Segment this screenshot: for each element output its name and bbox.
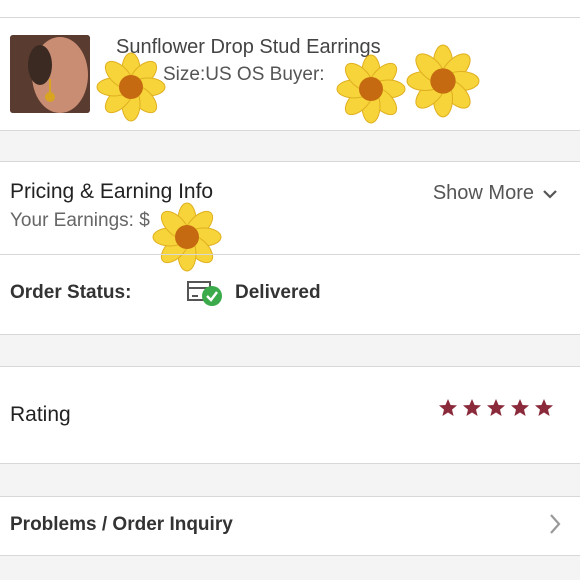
chevron-right-icon — [550, 514, 561, 534]
section-gap — [0, 335, 580, 366]
section-gap — [0, 464, 580, 496]
show-more-label: Show More — [432, 182, 534, 204]
pricing-heading: Pricing & Earning Info — [10, 180, 214, 203]
star-icon — [487, 399, 505, 416]
sunflower-sticker-icon — [336, 54, 406, 124]
sunflower-sticker-icon — [406, 44, 480, 118]
chevron-down-icon — [543, 189, 557, 199]
sunflower-sticker-icon — [152, 202, 222, 272]
show-more-button[interactable]: Show More — [433, 182, 558, 205]
star-icon — [463, 399, 481, 416]
top-divider — [0, 17, 580, 18]
earnings-label: Your Earnings: $ — [10, 210, 150, 231]
rating-stars — [438, 398, 554, 418]
order-status-value: Delivered — [235, 282, 321, 303]
star-icon — [535, 399, 553, 416]
section-gap — [0, 556, 580, 580]
item-size-buyer: Size:US OS Buyer: — [163, 64, 325, 85]
section-gap — [0, 131, 580, 161]
section-divider — [0, 161, 580, 162]
package-delivered-icon — [187, 281, 222, 306]
order-inquiry-row[interactable]: Problems / Order Inquiry — [0, 497, 580, 555]
order-status-label: Order Status: — [10, 282, 132, 303]
item-thumbnail[interactable] — [10, 35, 90, 113]
rating-label: Rating — [10, 403, 71, 426]
section-divider — [0, 366, 580, 367]
pricing-divider — [0, 254, 580, 255]
sunflower-sticker-icon — [96, 52, 166, 122]
star-icon — [439, 399, 457, 416]
order-inquiry-label: Problems / Order Inquiry — [10, 514, 233, 535]
star-icon — [511, 399, 529, 416]
